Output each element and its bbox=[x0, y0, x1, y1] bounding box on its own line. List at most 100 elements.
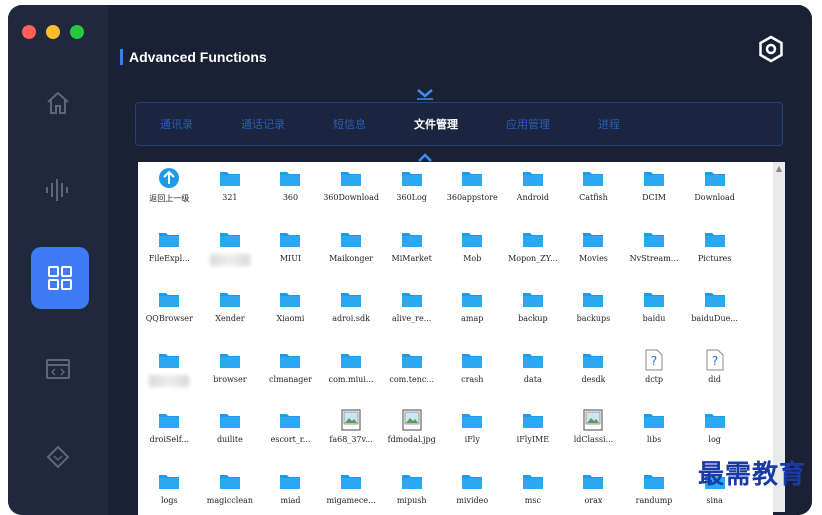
file-item[interactable]: magicclean bbox=[200, 470, 261, 515]
file-name: adroi.sdk bbox=[332, 314, 370, 323]
file-name: orax bbox=[584, 496, 602, 505]
arrow-up-circle-icon bbox=[158, 167, 180, 189]
file-item[interactable]: FileExpl... bbox=[139, 228, 200, 289]
file-item[interactable]: crash bbox=[442, 349, 503, 410]
file-item[interactable]: 360Download bbox=[321, 167, 382, 228]
file-item[interactable]: baidu bbox=[624, 288, 685, 349]
file-item[interactable]: backups bbox=[563, 288, 624, 349]
folder-icon bbox=[643, 167, 665, 189]
file-item[interactable]: orax bbox=[563, 470, 624, 515]
file-name: randump bbox=[636, 496, 673, 505]
file-item[interactable]: com.miui... bbox=[321, 349, 382, 410]
file-item[interactable]: browser bbox=[200, 349, 261, 410]
file-name: NvStream... bbox=[630, 254, 679, 263]
file-item[interactable]: Mopon_ZY... bbox=[503, 228, 564, 289]
file-name: libs bbox=[647, 435, 661, 444]
folder-icon bbox=[461, 167, 483, 189]
file-item[interactable]: Catfish bbox=[563, 167, 624, 228]
file-item[interactable]: data bbox=[503, 349, 564, 410]
tab-file-manager[interactable]: 文件管理 bbox=[390, 116, 482, 132]
tab-app-manager[interactable]: 应用管理 bbox=[482, 116, 574, 132]
close-window-button[interactable] bbox=[22, 25, 36, 39]
file-item[interactable]: amap bbox=[442, 288, 503, 349]
file-name: Xender bbox=[215, 314, 244, 323]
file-item[interactable]: NvStream... bbox=[624, 228, 685, 289]
settings-button[interactable] bbox=[758, 35, 784, 67]
file-item[interactable]: Movies bbox=[563, 228, 624, 289]
file-item[interactable]: iFlyIME bbox=[503, 409, 564, 470]
file-item[interactable]: Download bbox=[684, 167, 745, 228]
zoom-window-button[interactable] bbox=[70, 25, 84, 39]
file-item[interactable]: 360Log bbox=[381, 167, 442, 228]
file-item[interactable] bbox=[139, 349, 200, 410]
tab-messages[interactable]: 短信息 bbox=[309, 116, 390, 132]
file-item[interactable]: ?did bbox=[684, 349, 745, 410]
file-item[interactable]: DCIM bbox=[624, 167, 685, 228]
redacted-file-name bbox=[149, 375, 189, 387]
file-item[interactable]: ?dctp bbox=[624, 349, 685, 410]
file-item[interactable]: Mob bbox=[442, 228, 503, 289]
file-name: droiSelf... bbox=[150, 435, 189, 444]
file-name: log bbox=[708, 435, 721, 444]
file-item[interactable]: 360 bbox=[260, 167, 321, 228]
file-item[interactable]: fa68_37v... bbox=[321, 409, 382, 470]
file-item[interactable]: iFly bbox=[442, 409, 503, 470]
sidebar-item-apps[interactable] bbox=[31, 247, 89, 309]
file-item[interactable]: migamece... bbox=[321, 470, 382, 515]
folder-icon bbox=[582, 228, 604, 250]
file-name: clmanager bbox=[269, 375, 312, 384]
sidebar-item-home[interactable] bbox=[30, 75, 86, 131]
file-item[interactable]: QQBrowser bbox=[139, 288, 200, 349]
file-item[interactable]: miad bbox=[260, 470, 321, 515]
tab-contacts[interactable]: 通讯录 bbox=[136, 116, 217, 132]
file-item[interactable]: 360appstore bbox=[442, 167, 503, 228]
file-name: duilite bbox=[217, 435, 243, 444]
file-item[interactable]: backup bbox=[503, 288, 564, 349]
file-name: data bbox=[524, 375, 542, 384]
folder-icon bbox=[219, 228, 241, 250]
scroll-up-arrow-icon[interactable]: ▲ bbox=[775, 164, 783, 174]
file-name: Pictures bbox=[698, 254, 731, 263]
file-item[interactable]: droiSelf... bbox=[139, 409, 200, 470]
file-name: baiduDue... bbox=[691, 314, 738, 323]
file-item[interactable]: Xiaomi bbox=[260, 288, 321, 349]
tab-processes[interactable]: 进程 bbox=[574, 116, 644, 132]
file-item[interactable]: Pictures bbox=[684, 228, 745, 289]
file-item[interactable] bbox=[200, 228, 261, 289]
file-name: magicclean bbox=[207, 496, 253, 505]
file-item[interactable]: logs bbox=[139, 470, 200, 515]
file-item[interactable]: escort_r... bbox=[260, 409, 321, 470]
file-item[interactable]: ldClassi... bbox=[563, 409, 624, 470]
sidebar-item-audio[interactable] bbox=[30, 162, 86, 218]
file-item[interactable]: Android bbox=[503, 167, 564, 228]
file-item[interactable]: baiduDue... bbox=[684, 288, 745, 349]
folder-icon bbox=[582, 470, 604, 492]
file-item[interactable]: 321 bbox=[200, 167, 261, 228]
tab-call-log[interactable]: 通话记录 bbox=[217, 116, 309, 132]
file-item[interactable]: com.tenc... bbox=[381, 349, 442, 410]
file-item[interactable]: MIUI bbox=[260, 228, 321, 289]
file-item[interactable]: msc bbox=[503, 470, 564, 515]
file-item[interactable]: duilite bbox=[200, 409, 261, 470]
file-item[interactable]: Xender bbox=[200, 288, 261, 349]
file-item[interactable]: Maikonger bbox=[321, 228, 382, 289]
minimize-window-button[interactable] bbox=[46, 25, 60, 39]
file-item[interactable]: clmanager bbox=[260, 349, 321, 410]
folder-icon bbox=[158, 349, 180, 371]
file-item[interactable]: fdmodal.jpg bbox=[381, 409, 442, 470]
file-item[interactable]: MiMarket bbox=[381, 228, 442, 289]
file-item[interactable]: mipush bbox=[381, 470, 442, 515]
folder-icon bbox=[461, 409, 483, 431]
folder-icon bbox=[219, 349, 241, 371]
file-item[interactable]: mivideo bbox=[442, 470, 503, 515]
file-item[interactable]: libs bbox=[624, 409, 685, 470]
file-item[interactable]: desdk bbox=[563, 349, 624, 410]
file-item[interactable]: adroi.sdk bbox=[321, 288, 382, 349]
sidebar-item-premium[interactable] bbox=[30, 429, 86, 485]
sidebar-item-code[interactable] bbox=[30, 341, 86, 397]
file-item[interactable]: randump bbox=[624, 470, 685, 515]
file-item[interactable]: alive_re... bbox=[381, 288, 442, 349]
page-title: Advanced Functions bbox=[129, 49, 267, 65]
file-item[interactable]: 返回上一级 bbox=[139, 167, 200, 228]
function-tabs: 通讯录 通话记录 短信息 文件管理 应用管理 进程 bbox=[135, 102, 783, 146]
